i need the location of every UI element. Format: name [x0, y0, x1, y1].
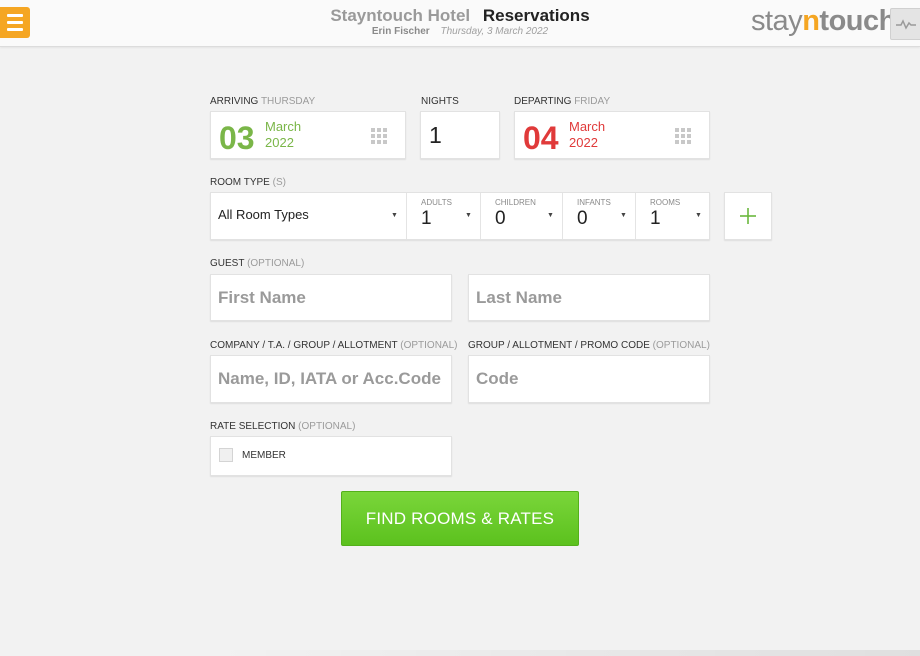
nights-label: Nights	[421, 96, 459, 107]
rooms-value: 1	[650, 208, 661, 229]
guest-label: Guest (optional)	[210, 258, 305, 269]
children-value: 0	[495, 208, 506, 229]
adults-label: Adults	[421, 198, 452, 207]
hotel-name: Stayntouch Hotel	[330, 6, 471, 25]
children-label: Children	[495, 198, 536, 207]
arriving-label: Arriving Thursday	[210, 96, 316, 107]
arrival-year: 2022	[265, 135, 294, 150]
pulse-button[interactable]	[890, 8, 920, 40]
chevron-down-icon: ▼	[695, 212, 702, 219]
room-occupancy-bar: All Room Types ▼ Adults 1 ▼ Children 0 ▼…	[210, 192, 710, 240]
departing-label: Departing Friday	[514, 96, 611, 107]
calendar-grid-icon	[675, 128, 691, 144]
adults-value: 1	[421, 208, 432, 229]
infants-value: 0	[577, 208, 588, 229]
children-select[interactable]: Children 0 ▼	[481, 193, 563, 239]
company-label: Company / T.A. / Group / Allotment (opti…	[210, 340, 458, 351]
company-search-input[interactable]	[210, 355, 452, 403]
top-bar: Stayntouch Hotel Reservations Erin Fisch…	[0, 0, 920, 47]
arrival-day: 03	[219, 120, 255, 156]
member-checkbox[interactable]	[219, 448, 233, 462]
chevron-down-icon: ▼	[547, 212, 554, 219]
calendar-grid-icon	[371, 128, 387, 144]
chevron-down-icon: ▼	[620, 212, 627, 219]
room-type-value: All Room Types	[218, 207, 309, 222]
infants-label: Infants	[577, 198, 611, 207]
last-name-input[interactable]	[468, 274, 710, 321]
rooms-label: Rooms	[650, 198, 681, 207]
promo-code-input[interactable]	[468, 355, 710, 403]
room-type-select[interactable]: All Room Types ▼	[211, 193, 407, 239]
chevron-down-icon: ▼	[391, 212, 398, 219]
rate-selection-label: Rate Selection (optional)	[210, 421, 356, 432]
departure-month: March	[569, 119, 606, 134]
room-type-label: Room Type (s)	[210, 177, 286, 188]
adults-select[interactable]: Adults 1 ▼	[407, 193, 481, 239]
member-label: Member	[242, 450, 286, 461]
promo-code-label: Group / Allotment / Promo Code (optional…	[468, 340, 710, 351]
nights-value: 1	[429, 122, 442, 148]
departure-date-picker[interactable]: 04 March 2022	[514, 111, 710, 159]
pulse-icon	[896, 19, 916, 30]
chevron-down-icon: ▼	[465, 212, 472, 219]
departure-day: 04	[523, 120, 559, 156]
plus-icon	[740, 208, 756, 224]
page-title: Reservations	[482, 6, 590, 25]
departure-year: 2022	[569, 135, 598, 150]
stayntouch-logo: stayntouch	[751, 5, 896, 37]
member-rate-option[interactable]: Member	[210, 436, 452, 476]
nights-input[interactable]: 1	[420, 111, 500, 159]
rooms-select[interactable]: Rooms 1 ▼	[636, 193, 709, 239]
user-name: Erin Fischer	[371, 26, 430, 37]
infants-select[interactable]: Infants 0 ▼	[563, 193, 636, 239]
footer-shadow	[210, 650, 920, 656]
business-date: Thursday, 3 March 2022	[440, 26, 549, 37]
find-rooms-button[interactable]: FIND ROOMS & RATES	[341, 491, 579, 546]
add-room-button[interactable]	[724, 192, 772, 240]
arrival-month: March	[265, 119, 302, 134]
arrival-date-picker[interactable]: 03 March 2022	[210, 111, 406, 159]
first-name-input[interactable]	[210, 274, 452, 321]
